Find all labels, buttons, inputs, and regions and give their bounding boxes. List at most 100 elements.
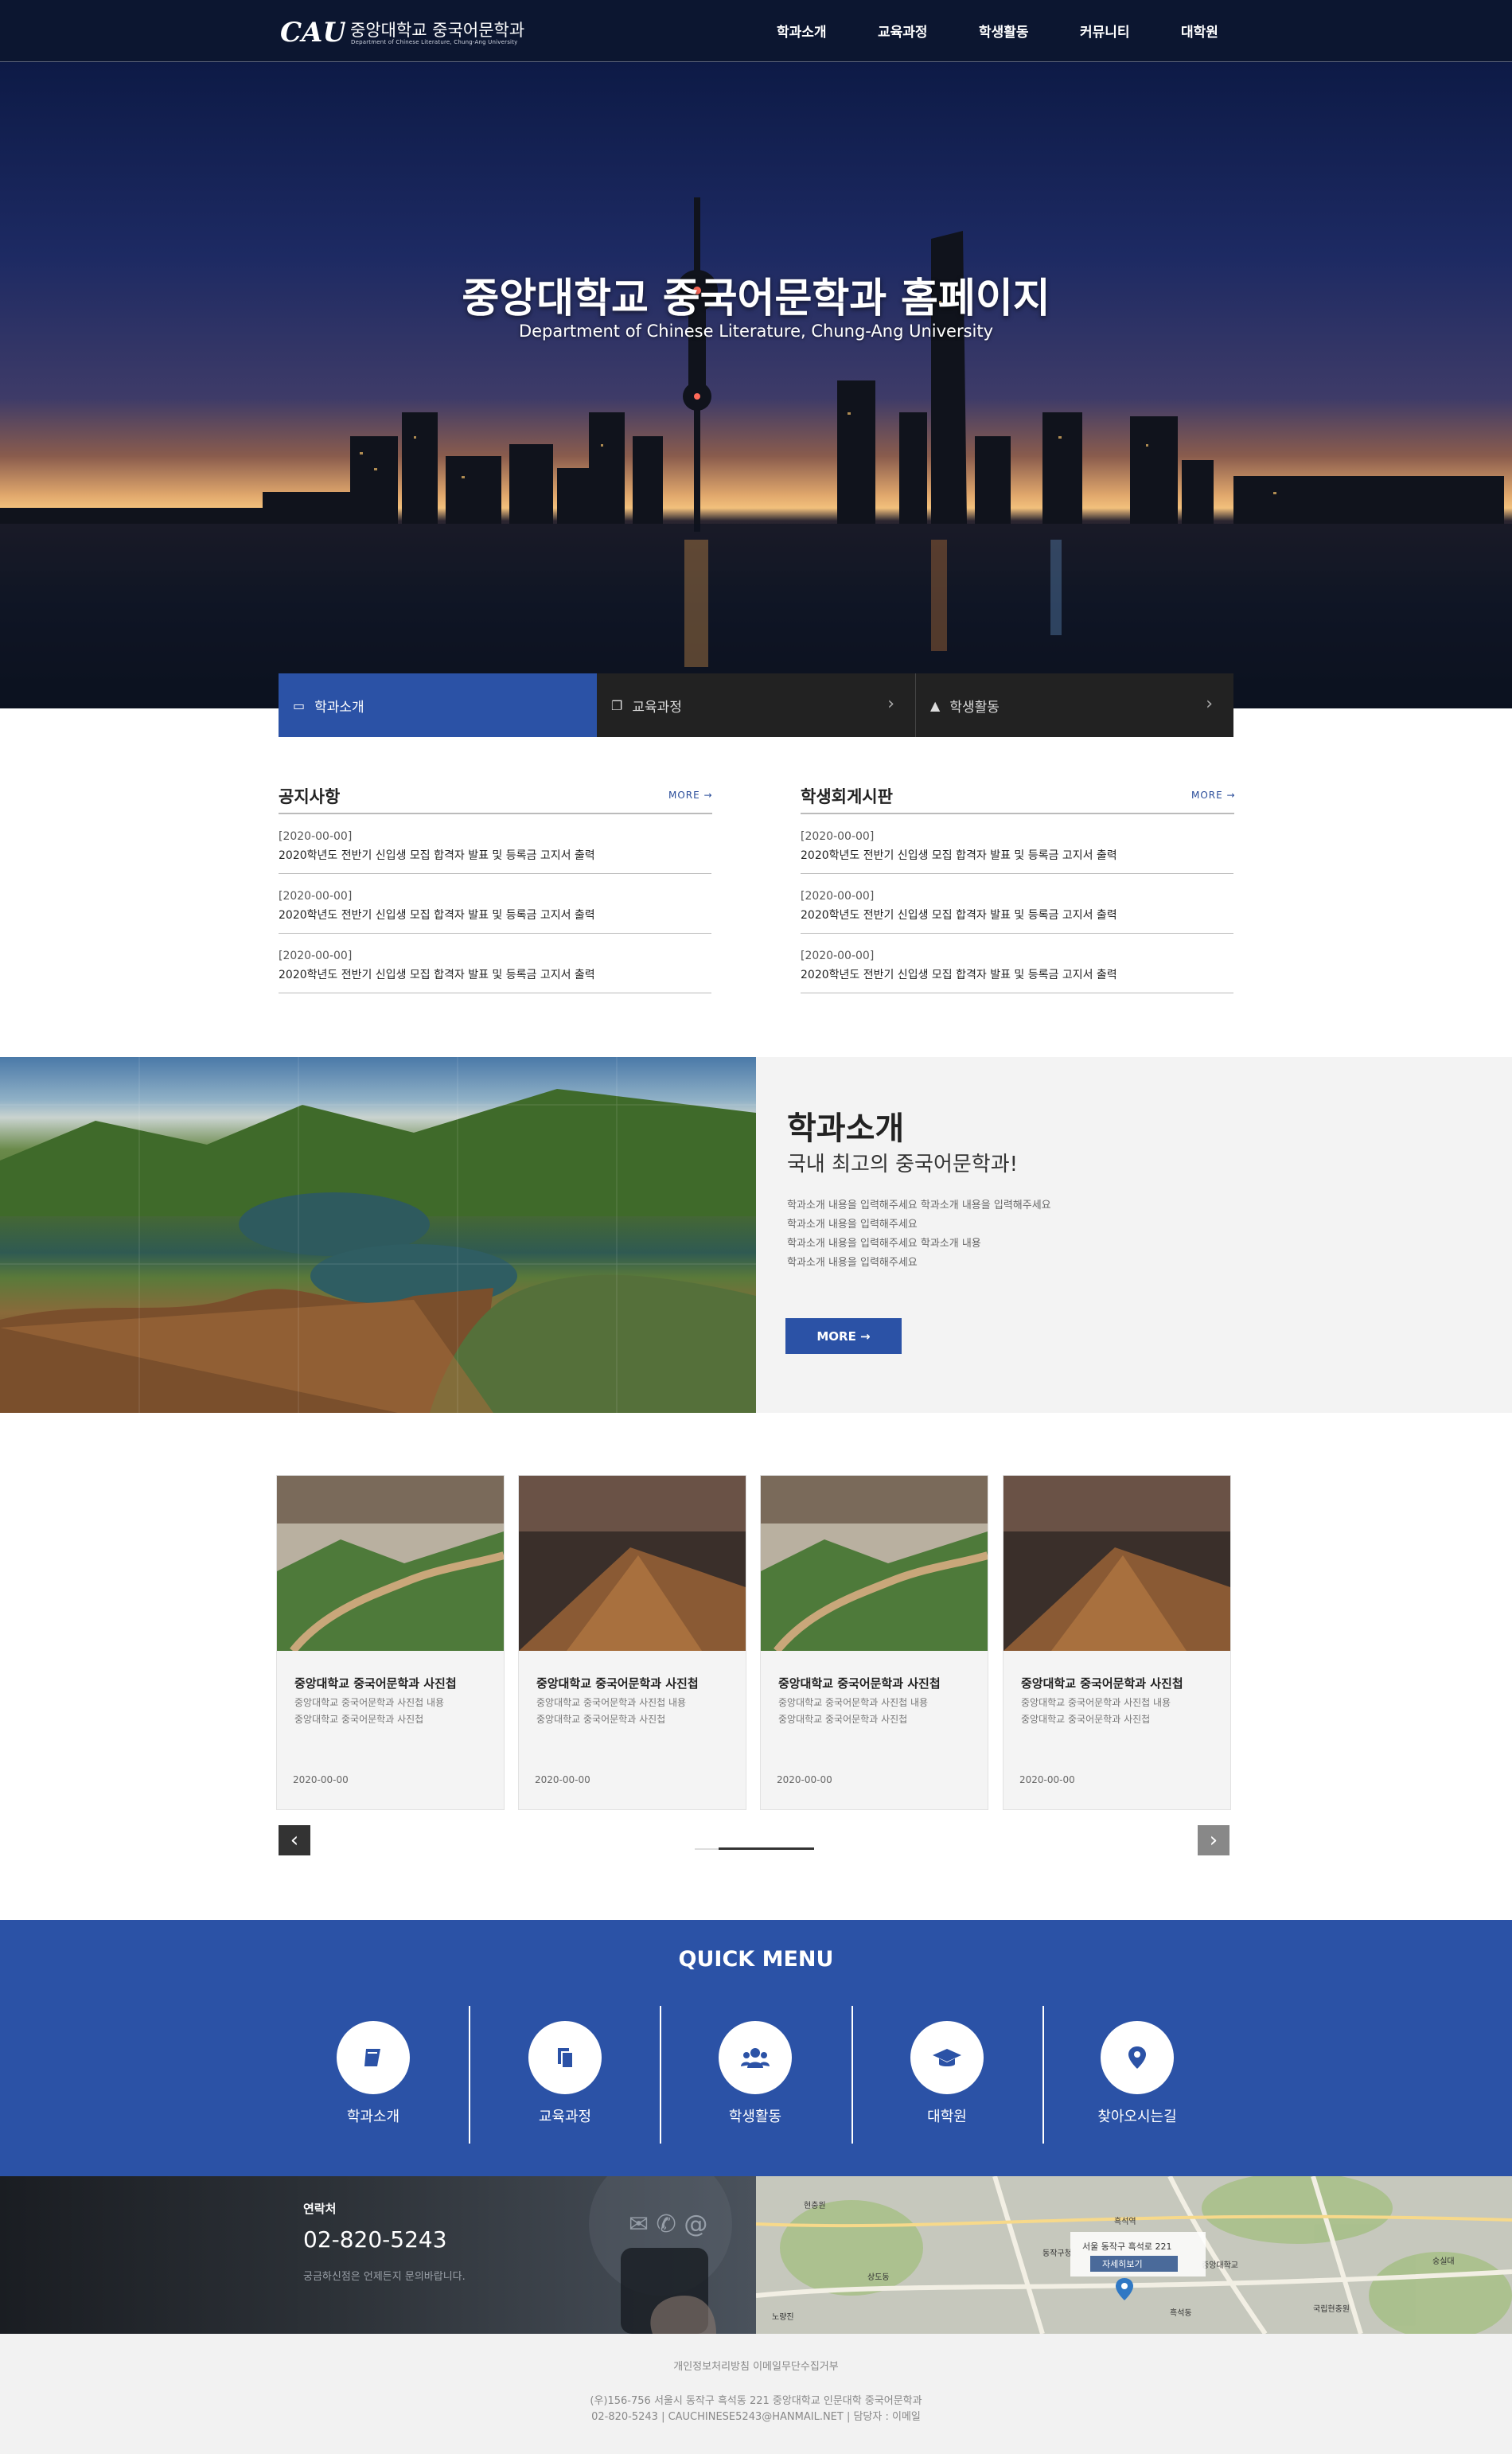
post-title: 2020학년도 전반기 신입생 모집 합격자 발표 및 등록금 고지서 출력 [279,849,595,862]
intro-text-line: 학과소개 내용을 입력해주세요 학과소개 내용 [787,1238,981,1250]
list-item[interactable]: [2020-00-00] 2020학년도 전반기 신입생 모집 합격자 발표 및… [279,874,711,934]
post-title: 2020학년도 전반기 신입생 모집 합격자 발표 및 등록금 고지서 출력 [801,849,1117,862]
svg-text:동작구청: 동작구청 [1042,2249,1072,2258]
documents-icon: ❐ [611,697,623,713]
logo-title: 중앙대학교 중국어문학과 [350,21,525,40]
contact-label: 연락처 [303,2202,337,2216]
quick-graduate-label[interactable]: 대학원 [867,2105,1027,2126]
post-date: [2020-00-00] [801,890,875,903]
svg-text:숭실대: 숭실대 [1432,2257,1455,2266]
tab-activities[interactable]: ▲ 학생활동 › [915,673,1233,737]
great-wall-image [0,1057,756,1413]
hero-subtitle: Department of Chinese Literature, Chung-… [518,322,994,341]
post-date: [2020-00-00] [279,890,353,903]
intro-text-line: 학과소개 내용을 입력해주세요 [787,1257,918,1269]
documents-icon [558,2048,574,2069]
card-date: 2020-00-00 [535,1774,590,1785]
svg-text:서울 동작구 흑석로 221: 서울 동작구 흑석로 221 [1082,2241,1171,2252]
list-item[interactable]: [2020-00-00] 2020학년도 전반기 신입생 모집 합격자 발표 및… [801,874,1233,934]
svg-text:상도동: 상도동 [867,2273,890,2282]
card-title: 중앙대학교 중국어문학과 사진첩 [536,1676,699,1691]
card-title: 중앙대학교 중국어문학과 사진첩 [294,1676,457,1691]
location-map[interactable]: 흑석역 중앙대학교 현충원 동작구청 상도동 노량진 흑석동 국립현충원 숭실대… [756,2176,1512,2334]
intro-text-line: 학과소개 내용을 입력해주세요 학과소개 내용을 입력해주세요 [787,1200,1051,1211]
quick-directions-label[interactable]: 찾아오시는길 [1058,2105,1217,2126]
svg-text:중앙대학교: 중앙대학교 [1202,2261,1238,2270]
gallery-card[interactable]: 중앙대학교 중국어문학과 사진첩 중앙대학교 중국어문학과 사진첩 내용 중앙대학… [760,1475,988,1810]
quick-intro-label[interactable]: 학과소개 [294,2105,453,2126]
card-desc: 중앙대학교 중국어문학과 사진첩 내용 중앙대학교 중국어문학과 사진첩 [1021,1697,1171,1725]
quick-menu-title: QUICK MENU [678,1947,834,1972]
quick-curriculum-label[interactable]: 교육과정 [485,2105,645,2126]
nav-item-curriculum[interactable]: 교육과정 [878,21,928,41]
hero-banner [0,62,1512,708]
quick-graduate-button[interactable] [910,2021,984,2094]
quick-activities-label[interactable]: 학생활동 [676,2105,835,2126]
svg-text:자세히보기: 자세히보기 [1102,2258,1143,2269]
svg-text:국립현충원: 국립현충원 [1313,2304,1350,2314]
nav-item-activities[interactable]: 학생활동 [979,21,1029,41]
post-date: [2020-00-00] [279,950,353,962]
prev-button[interactable]: ‹ [279,1825,310,1855]
logo-subtitle: Department of Chinese Literature, Chung-… [351,39,518,45]
list-item[interactable]: [2020-00-00] 2020학년도 전반기 신입생 모집 합격자 발표 및… [801,934,1233,993]
logo-mark[interactable]: CAU [279,13,345,48]
list-item[interactable]: [2020-00-00] 2020학년도 전반기 신입생 모집 합격자 발표 및… [279,814,711,874]
card-date: 2020-00-00 [293,1774,349,1785]
divider [851,2006,853,2144]
tab-activities-label: 학생활동 [949,699,1000,716]
quick-activities-button[interactable] [719,2021,792,2094]
contact-phone[interactable]: 02-820-5243 [303,2226,447,2253]
svg-text:CAU: CAU [280,17,345,48]
card-date: 2020-00-00 [1019,1774,1075,1785]
quick-directions-button[interactable] [1101,2021,1174,2094]
list-item[interactable]: [2020-00-00] 2020학년도 전반기 신입생 모집 합격자 발표 및… [801,814,1233,874]
footer-links[interactable]: 개인정보처리방침 이메일무단수집거부 [0,2358,1512,2373]
next-button[interactable]: › [1198,1825,1229,1855]
card-desc: 중앙대학교 중국어문학과 사진첩 내용 중앙대학교 중국어문학과 사진첩 [778,1697,929,1725]
nav-item-graduate[interactable]: 대학원 [1181,21,1218,41]
intro-more-button[interactable]: MORE → [785,1318,902,1354]
gallery-card[interactable]: 중앙대학교 중국어문학과 사진첩 중앙대학교 중국어문학과 사진첩 내용 중앙대학… [1003,1475,1231,1810]
great-wall-photo [761,1476,988,1651]
book-icon [364,2049,380,2066]
card-title: 중앙대학교 중국어문학과 사진첩 [778,1676,941,1691]
map-pin-icon [1128,2046,1146,2069]
tab-curriculum-label: 교육과정 [632,699,682,716]
gallery-card[interactable]: 중앙대학교 중국어문학과 사진첩 중앙대학교 중국어문학과 사진첩 내용 중앙대학… [276,1475,505,1810]
card-title: 중앙대학교 중국어문학과 사진첩 [1021,1676,1183,1691]
quick-intro-button[interactable] [337,2021,410,2094]
footer-address: (우)156-756 서울시 동작구 흑석동 221 중앙대학교 인문대학 중국… [590,2395,922,2407]
intro-subtitle: 국내 최고의 중국어문학과! [787,1153,1019,1176]
svg-text:노량진: 노량진 [772,2312,794,2322]
svg-text:✉ ✆ @: ✉ ✆ @ [629,2210,707,2238]
post-date: [2020-00-00] [801,830,875,843]
footer-contact: 02-820-5243 | CAUCHINESE5243@HANMAIL.NET… [591,2411,921,2423]
header [0,0,1512,62]
svg-text:흑석역: 흑석역 [1114,2216,1136,2226]
graduation-cap-icon: ▲ [930,697,941,713]
nav-item-community[interactable]: 커뮤니티 [1080,21,1130,41]
post-date: [2020-00-00] [801,950,875,962]
list-item[interactable]: [2020-00-00] 2020학년도 전반기 신입생 모집 합격자 발표 및… [279,934,711,993]
card-date: 2020-00-00 [777,1774,832,1785]
quick-curriculum-button[interactable] [528,2021,602,2094]
notice-more-link[interactable]: MORE → [668,790,713,801]
hero-title: 중앙대학교 중국어문학과 홈페이지 [462,275,1050,322]
graduation-cap-icon [933,2049,961,2066]
divider [1042,2006,1044,2144]
users-icon [741,2048,770,2068]
chevron-right-icon: › [1206,694,1213,714]
post-title: 2020학년도 전반기 신입생 모집 합격자 발표 및 등록금 고지서 출력 [801,969,1117,981]
gallery-card[interactable]: 중앙대학교 중국어문학과 사진첩 중앙대학교 중국어문학과 사진첩 내용 중앙대학… [518,1475,746,1810]
nav-item-intro[interactable]: 학과소개 [777,21,827,41]
post-title: 2020학년도 전반기 신입생 모집 합격자 발표 및 등록금 고지서 출력 [801,909,1117,922]
student-more-link[interactable]: MORE → [1191,790,1236,801]
tab-intro[interactable]: ▭ 학과소개 [279,673,597,737]
tab-curriculum[interactable]: ❐ 교육과정 › [597,673,915,737]
phone-hand-image: ✉ ✆ @ [589,2176,732,2334]
tab-intro-label: 학과소개 [314,699,364,716]
intro-text-line: 학과소개 내용을 입력해주세요 [787,1219,918,1231]
post-date: [2020-00-00] [279,830,353,843]
scrollbar-thumb[interactable] [719,1847,814,1850]
